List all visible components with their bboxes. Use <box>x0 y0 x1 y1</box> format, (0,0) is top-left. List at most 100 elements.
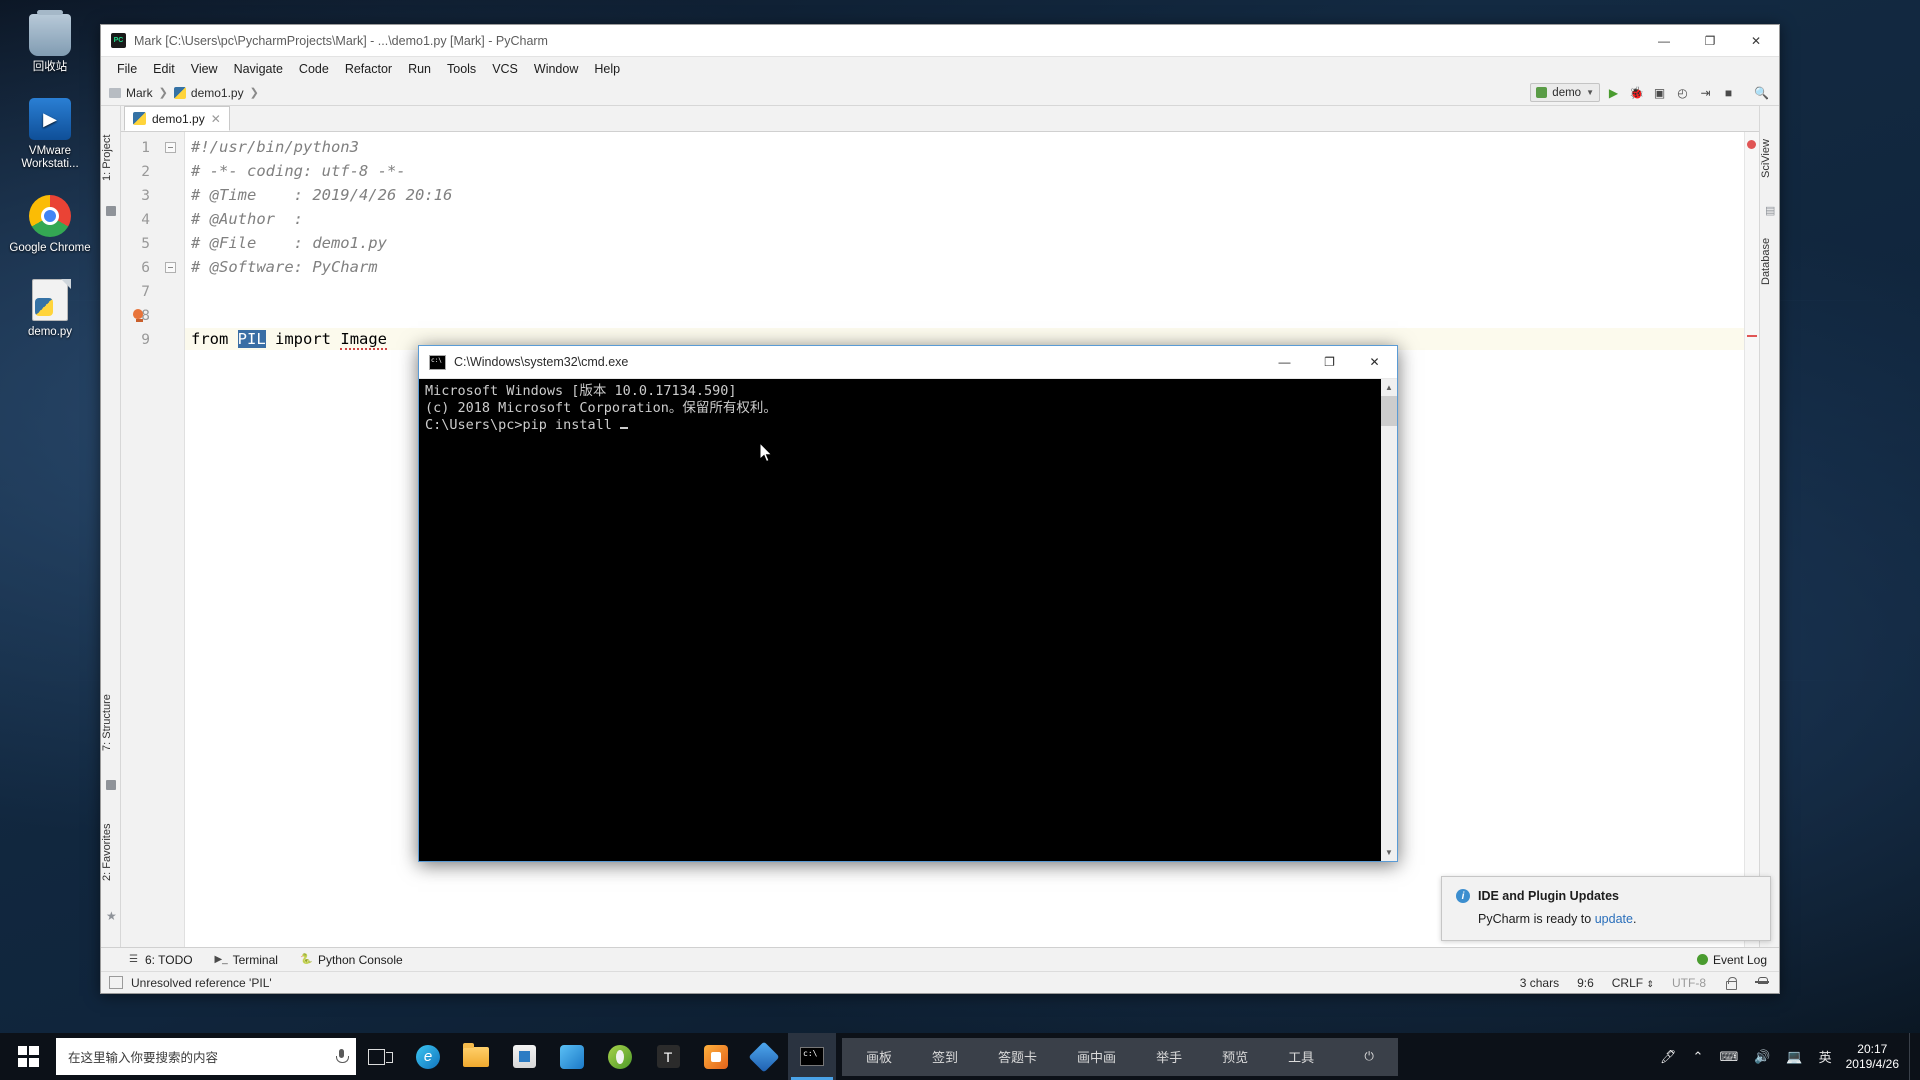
taskbar-item-cmd[interactable] <box>788 1033 836 1080</box>
tray-keyboard-icon[interactable]: ⌨ <box>1711 1033 1746 1080</box>
scrollbar-track[interactable] <box>1381 396 1397 844</box>
task-view-button[interactable] <box>356 1033 404 1080</box>
code-fold-icon[interactable] <box>165 262 176 273</box>
tool-window-terminal[interactable]: ▶_ Terminal <box>214 953 277 967</box>
tray-ime-icon[interactable]: 英 <box>1811 1033 1840 1080</box>
toolbar-item-huazhonghua[interactable]: 画中画 <box>1057 1047 1136 1066</box>
start-button[interactable] <box>0 1033 56 1080</box>
tray-volume-icon[interactable]: 🔊 <box>1746 1033 1778 1080</box>
keyword-from: from <box>191 330 229 348</box>
desktop-icon-recycle-bin[interactable]: 回收站 <box>0 8 100 78</box>
maximize-button[interactable]: ❐ <box>1307 346 1352 379</box>
tool-window-python-console[interactable]: 🐍 Python Console <box>300 953 402 967</box>
tab-demo1-py[interactable]: demo1.py ✕ <box>124 106 230 131</box>
attach-icon[interactable]: ⇥ <box>1696 83 1715 102</box>
sidebar-item-project[interactable]: 1: Project <box>101 120 121 196</box>
close-button[interactable]: ✕ <box>1733 25 1779 57</box>
taskbar-clock[interactable]: 20:17 2019/4/26 <box>1840 1042 1909 1072</box>
taskbar-item-green-app[interactable] <box>596 1033 644 1080</box>
toolbar-item-jushou[interactable]: 举手 <box>1136 1047 1202 1066</box>
sidebar-item-favorites[interactable]: 2: Favorites <box>101 806 121 898</box>
tray-network-icon[interactable]: 💻 <box>1778 1033 1810 1080</box>
menu-vcs[interactable]: VCS <box>484 60 526 78</box>
taskbar-item-explorer[interactable] <box>452 1033 500 1080</box>
toolbar-item-datika[interactable]: 答题卡 <box>978 1047 1057 1066</box>
scroll-down-icon[interactable]: ▼ <box>1381 844 1397 861</box>
python-file-icon <box>173 86 186 99</box>
toolbar-item-gongju[interactable]: 工具 <box>1268 1047 1334 1066</box>
microphone-icon[interactable] <box>335 1048 349 1065</box>
event-log-button[interactable]: Event Log <box>1696 953 1779 967</box>
search-input[interactable]: 在这里输入你要搜索的内容 <box>68 1047 335 1066</box>
error-tick-marker[interactable] <box>1747 335 1757 337</box>
structure-icon[interactable] <box>106 780 116 790</box>
tray-pen-icon[interactable]: 🖊 <box>1652 1033 1685 1080</box>
close-button[interactable]: ✕ <box>1352 346 1397 379</box>
desktop-icon-vmware[interactable]: VMware Workstati... <box>0 92 100 175</box>
lock-icon[interactable] <box>1724 976 1737 990</box>
tray-chevron-up-icon[interactable]: ⌃ <box>1685 1033 1712 1080</box>
menu-view[interactable]: View <box>183 60 226 78</box>
breadcrumb-project[interactable]: Mark <box>126 86 153 100</box>
taskbar-item-blue-app[interactable] <box>548 1033 596 1080</box>
taskbar-item-diamond-app[interactable] <box>740 1033 788 1080</box>
minimize-button[interactable]: — <box>1641 25 1687 57</box>
power-button[interactable]: ⏻ <box>1358 1045 1381 1068</box>
menu-code[interactable]: Code <box>291 60 337 78</box>
sidebar-item-database[interactable]: Database <box>1760 222 1780 300</box>
taskbar-item-store[interactable] <box>500 1033 548 1080</box>
status-caret-position[interactable]: 9:6 <box>1577 976 1594 990</box>
taskbar-item-text-app[interactable] <box>644 1033 692 1080</box>
intention-bulb-icon[interactable] <box>133 309 145 323</box>
debug-icon[interactable]: 🐞 <box>1627 83 1646 102</box>
minimize-button[interactable]: — <box>1262 346 1307 379</box>
menu-window[interactable]: Window <box>526 60 586 78</box>
menu-help[interactable]: Help <box>586 60 628 78</box>
desktop-icon-demo-py[interactable]: demo.py <box>0 273 100 343</box>
run-configuration-selector[interactable]: demo ▼ <box>1530 83 1600 102</box>
show-desktop-button[interactable] <box>1909 1033 1916 1080</box>
tool-window-todo[interactable]: ☰ 6: TODO <box>127 953 193 967</box>
menu-tools[interactable]: Tools <box>439 60 484 78</box>
project-files-icon[interactable] <box>106 206 116 216</box>
breadcrumb-file[interactable]: demo1.py <box>191 86 244 100</box>
menu-refactor[interactable]: Refactor <box>337 60 400 78</box>
toolbar-item-yulan[interactable]: 预览 <box>1202 1047 1268 1066</box>
maximize-button[interactable]: ❐ <box>1687 25 1733 57</box>
scrollbar-thumb[interactable] <box>1381 396 1397 426</box>
taskbar-item-orange-app[interactable] <box>692 1033 740 1080</box>
editor-scrollbar[interactable] <box>1744 132 1759 947</box>
inspection-hat-icon[interactable] <box>1755 976 1769 990</box>
status-encoding[interactable]: UTF-8 <box>1672 976 1706 990</box>
sidebar-item-sciview[interactable]: SciView <box>1760 124 1780 194</box>
stop-icon[interactable]: ■ <box>1719 83 1738 102</box>
error-indicator-icon[interactable] <box>1747 140 1756 149</box>
desktop-icon-chrome[interactable]: Google Chrome <box>0 189 100 259</box>
profile-icon[interactable]: ◴ <box>1673 83 1692 102</box>
favorites-star-icon[interactable]: ★ <box>106 910 117 922</box>
cmd-console-output[interactable]: Microsoft Windows [版本 10.0.17134.590] (c)… <box>419 379 1380 861</box>
cmd-scrollbar[interactable]: ▲ ▼ <box>1380 379 1397 861</box>
menu-run[interactable]: Run <box>400 60 439 78</box>
database-panel-icon[interactable]: ▤ <box>1765 206 1775 217</box>
coverage-icon[interactable]: ▣ <box>1650 83 1669 102</box>
run-icon[interactable]: ▶ <box>1604 83 1623 102</box>
toolbar-item-qiandao[interactable]: 签到 <box>912 1047 978 1066</box>
sidebar-item-structure[interactable]: 7: Structure <box>101 678 121 768</box>
taskbar-search-box[interactable]: 在这里输入你要搜索的内容 <box>56 1038 356 1075</box>
green-app-icon <box>608 1044 632 1069</box>
close-icon[interactable]: ✕ <box>211 112 221 126</box>
taskbar-item-edge[interactable] <box>404 1033 452 1080</box>
search-icon[interactable]: 🔍 <box>1752 83 1771 102</box>
status-line-separator[interactable]: CRLF ⇕ <box>1612 976 1654 990</box>
menu-edit[interactable]: Edit <box>145 60 183 78</box>
menu-navigate[interactable]: Navigate <box>226 60 291 78</box>
scroll-up-icon[interactable]: ▲ <box>1381 379 1397 396</box>
code-fold-icon[interactable] <box>165 142 176 153</box>
desktop-icon-list: 回收站 VMware Workstati... Google Chrome de… <box>0 8 100 357</box>
pycharm-window-controls: — ❐ ✕ <box>1641 25 1779 57</box>
update-link[interactable]: update <box>1595 912 1633 926</box>
store-icon <box>512 1045 536 1068</box>
menu-file[interactable]: File <box>109 60 145 78</box>
toolbar-item-huaban[interactable]: 画板 <box>846 1047 912 1066</box>
